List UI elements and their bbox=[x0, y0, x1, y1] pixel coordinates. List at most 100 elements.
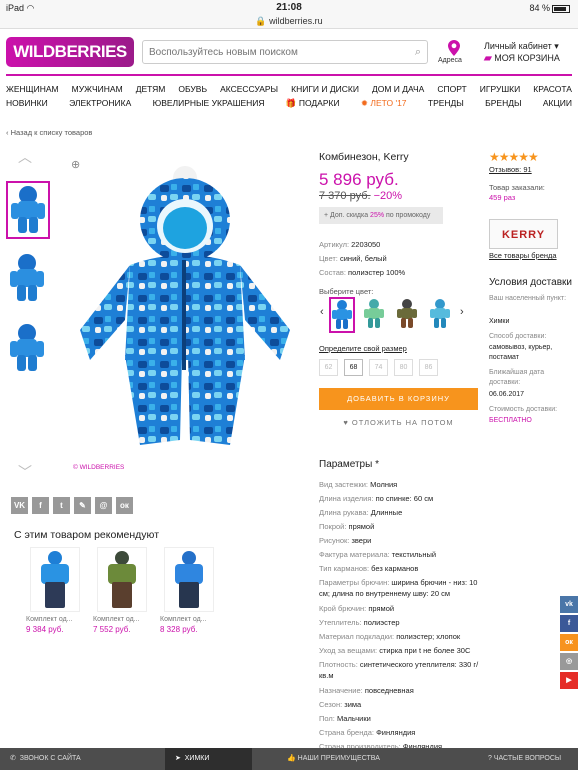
nav-item[interactable]: МУЖЧИНАМ bbox=[72, 84, 123, 94]
gallery-thumb[interactable] bbox=[6, 250, 50, 308]
cost-label: Стоимость доставки: bbox=[489, 406, 558, 413]
search-box[interactable]: ⌕ bbox=[142, 40, 428, 64]
size-option[interactable]: 62 bbox=[319, 359, 338, 376]
color-swatch[interactable] bbox=[428, 297, 454, 333]
sun-icon: ✹ bbox=[360, 98, 369, 108]
heart-icon: ♥ bbox=[343, 418, 349, 427]
recommend-item-image[interactable] bbox=[30, 547, 80, 612]
size-option[interactable]: 68 bbox=[344, 359, 363, 376]
advantages-button[interactable]: 👍 НАШИ ПРЕИМУЩЕСТВА bbox=[287, 748, 380, 770]
gallery-thumb[interactable] bbox=[6, 181, 50, 239]
mail-share-icon[interactable]: @ bbox=[95, 497, 112, 514]
recommend-item[interactable]: Комплект од... 9 384 руб. bbox=[26, 547, 86, 634]
param-row: Крой брючин: прямой bbox=[319, 604, 395, 613]
header-divider bbox=[6, 74, 572, 76]
nav-item[interactable]: ДОМ И ДАЧА bbox=[372, 84, 424, 94]
recommend-item-image[interactable] bbox=[97, 547, 147, 612]
recommend-item[interactable]: Комплект од... 8 328 руб. bbox=[160, 547, 220, 634]
nav-item[interactable]: НОВИНКИ bbox=[6, 98, 48, 109]
size-guide-link[interactable]: Определите свой размер bbox=[319, 344, 407, 353]
nav-item[interactable]: ОБУВЬ bbox=[178, 84, 207, 94]
composition-row: Состав: полиэстер 100% bbox=[319, 268, 406, 277]
nav-item[interactable]: СПОРТ bbox=[437, 84, 466, 94]
param-row: Длина изделия: по спинке: 60 см bbox=[319, 494, 434, 503]
product-title: Комбинезон, Kerry bbox=[319, 151, 409, 163]
facebook-share-icon[interactable]: f bbox=[32, 497, 49, 514]
gallery-up-arrow-icon[interactable]: ︿ bbox=[18, 147, 32, 167]
nav-item[interactable]: ЖЕНЩИНАМ bbox=[6, 84, 59, 94]
ios-status-bar: iPad ◠ 21:08 🔒 wildberries.ru 84 % bbox=[0, 0, 578, 29]
blog-share-icon[interactable]: ✎ bbox=[74, 497, 91, 514]
search-icon[interactable]: ⌕ bbox=[415, 46, 421, 59]
gallery-down-arrow-icon[interactable]: ﹀ bbox=[18, 462, 32, 482]
ok-share-icon[interactable]: ок bbox=[116, 497, 133, 514]
all-brand-items-link[interactable]: Все товары бренда bbox=[489, 251, 557, 260]
facebook-icon[interactable]: f bbox=[560, 615, 578, 632]
ordered-count: Товар заказали: 459 раз bbox=[489, 183, 545, 202]
thumbs-up-icon: 👍 bbox=[287, 755, 296, 762]
location-button[interactable]: ➤ ХИМКИ bbox=[165, 748, 252, 770]
account-link[interactable]: Личный кабинет ▾ bbox=[484, 41, 559, 52]
youtube-icon[interactable]: ▶ bbox=[560, 672, 578, 689]
faq-button[interactable]: ? ЧАСТЫЕ ВОПРОСЫ bbox=[488, 748, 561, 770]
nav-item[interactable]: КНИГИ И ДИСКИ bbox=[291, 84, 359, 94]
twitter-share-icon[interactable]: t bbox=[53, 497, 70, 514]
nav-item[interactable]: АКСЕССУАРЫ bbox=[220, 84, 278, 94]
nav-item[interactable]: ТРЕНДЫ bbox=[428, 98, 464, 109]
gift-icon: 🎁 bbox=[285, 98, 297, 108]
battery-indicator: 84 % bbox=[529, 3, 570, 13]
recommend-item-image[interactable] bbox=[164, 547, 214, 612]
addresses-link[interactable]: Адреса bbox=[438, 57, 462, 64]
nav-item-summer[interactable]: ✹ ЛЕТО '17 bbox=[361, 98, 407, 109]
vk-icon[interactable]: vk bbox=[560, 596, 578, 613]
brand-logo[interactable]: KERRY bbox=[489, 219, 558, 249]
param-row: Уход за вещами: стирка при t не более 30… bbox=[319, 646, 471, 655]
nav-item[interactable]: КРАСОТА bbox=[533, 84, 572, 94]
size-option[interactable]: 74 bbox=[369, 359, 388, 376]
instagram-icon[interactable]: ◎ bbox=[560, 653, 578, 670]
nav-item[interactable]: ИГРУШКИ bbox=[480, 84, 520, 94]
nav-item[interactable]: БРЕНДЫ bbox=[485, 98, 521, 109]
cart-link[interactable]: ▰ МОЯ КОРЗИНА bbox=[484, 53, 560, 64]
nav-item[interactable]: АКЦИИ bbox=[543, 98, 572, 109]
param-row: Рисунок: звери bbox=[319, 536, 372, 545]
callback-button[interactable]: ✆ ЗВОНОК С САЙТА bbox=[10, 748, 81, 770]
color-next-icon[interactable]: › bbox=[460, 306, 464, 318]
add-to-cart-button[interactable]: ДОБАВИТЬ В КОРЗИНУ bbox=[319, 388, 478, 410]
navigation-icon: ➤ bbox=[175, 755, 181, 762]
color-prev-icon[interactable]: ‹ bbox=[320, 306, 324, 318]
category-nav-primary: ЖЕНЩИНАМ МУЖЧИНАМ ДЕТЯМ ОБУВЬ АКСЕССУАРЫ… bbox=[6, 84, 572, 94]
recommend-item-name[interactable]: Комплект од... bbox=[93, 616, 153, 623]
param-row: Покрой: прямой bbox=[319, 522, 375, 531]
back-to-list-link[interactable]: ‹ Назад к списку товаров bbox=[6, 128, 92, 137]
date-label: Ближайшая дата доставки: bbox=[489, 369, 545, 386]
recommend-item[interactable]: Комплект од... 7 552 руб. bbox=[93, 547, 153, 634]
color-swatch[interactable] bbox=[395, 297, 421, 333]
nav-item[interactable]: ДЕТЯМ bbox=[136, 84, 166, 94]
odnoklassniki-icon[interactable]: ок bbox=[560, 634, 578, 651]
bottom-bar: ✆ ЗВОНОК С САЙТА ➤ ХИМКИ 👍 НАШИ ПРЕИМУЩЕ… bbox=[0, 748, 578, 770]
gallery-thumb[interactable] bbox=[6, 320, 50, 378]
nav-item[interactable]: ЮВЕЛИРНЫЕ УКРАШЕНИЯ bbox=[153, 98, 265, 109]
save-for-later-button[interactable]: ♥ ОТЛОЖИТЬ НА ПОТОМ bbox=[319, 418, 478, 427]
color-swatch[interactable] bbox=[362, 297, 388, 333]
city-label: Ваш населенный пункт: bbox=[489, 295, 567, 302]
recommend-title: С этим товаром рекомендуют bbox=[14, 529, 160, 541]
size-option[interactable]: 80 bbox=[394, 359, 413, 376]
size-option[interactable]: 86 bbox=[419, 359, 438, 376]
vk-share-icon[interactable]: VK bbox=[11, 497, 28, 514]
delivery-title: Условия доставки bbox=[489, 277, 572, 288]
site-logo[interactable]: WILDBERRIES bbox=[6, 37, 134, 67]
nav-item-gifts[interactable]: 🎁 ПОДАРКИ bbox=[286, 98, 340, 109]
url-bar[interactable]: 🔒 wildberries.ru bbox=[0, 16, 578, 27]
search-input[interactable] bbox=[143, 41, 403, 63]
product-main-image[interactable] bbox=[70, 160, 300, 460]
recommend-item-name[interactable]: Комплект од... bbox=[26, 616, 86, 623]
phone-icon: ✆ bbox=[10, 755, 16, 762]
reviews-link[interactable]: Отзывов: 91 bbox=[489, 165, 532, 174]
nav-item[interactable]: ЭЛЕКТРОНИКА bbox=[69, 98, 131, 109]
color-swatch[interactable] bbox=[329, 297, 355, 333]
city-value[interactable]: Химки bbox=[489, 317, 571, 327]
recommend-item-name[interactable]: Комплект од... bbox=[160, 616, 220, 623]
param-row: Пол: Мальчики bbox=[319, 714, 371, 723]
